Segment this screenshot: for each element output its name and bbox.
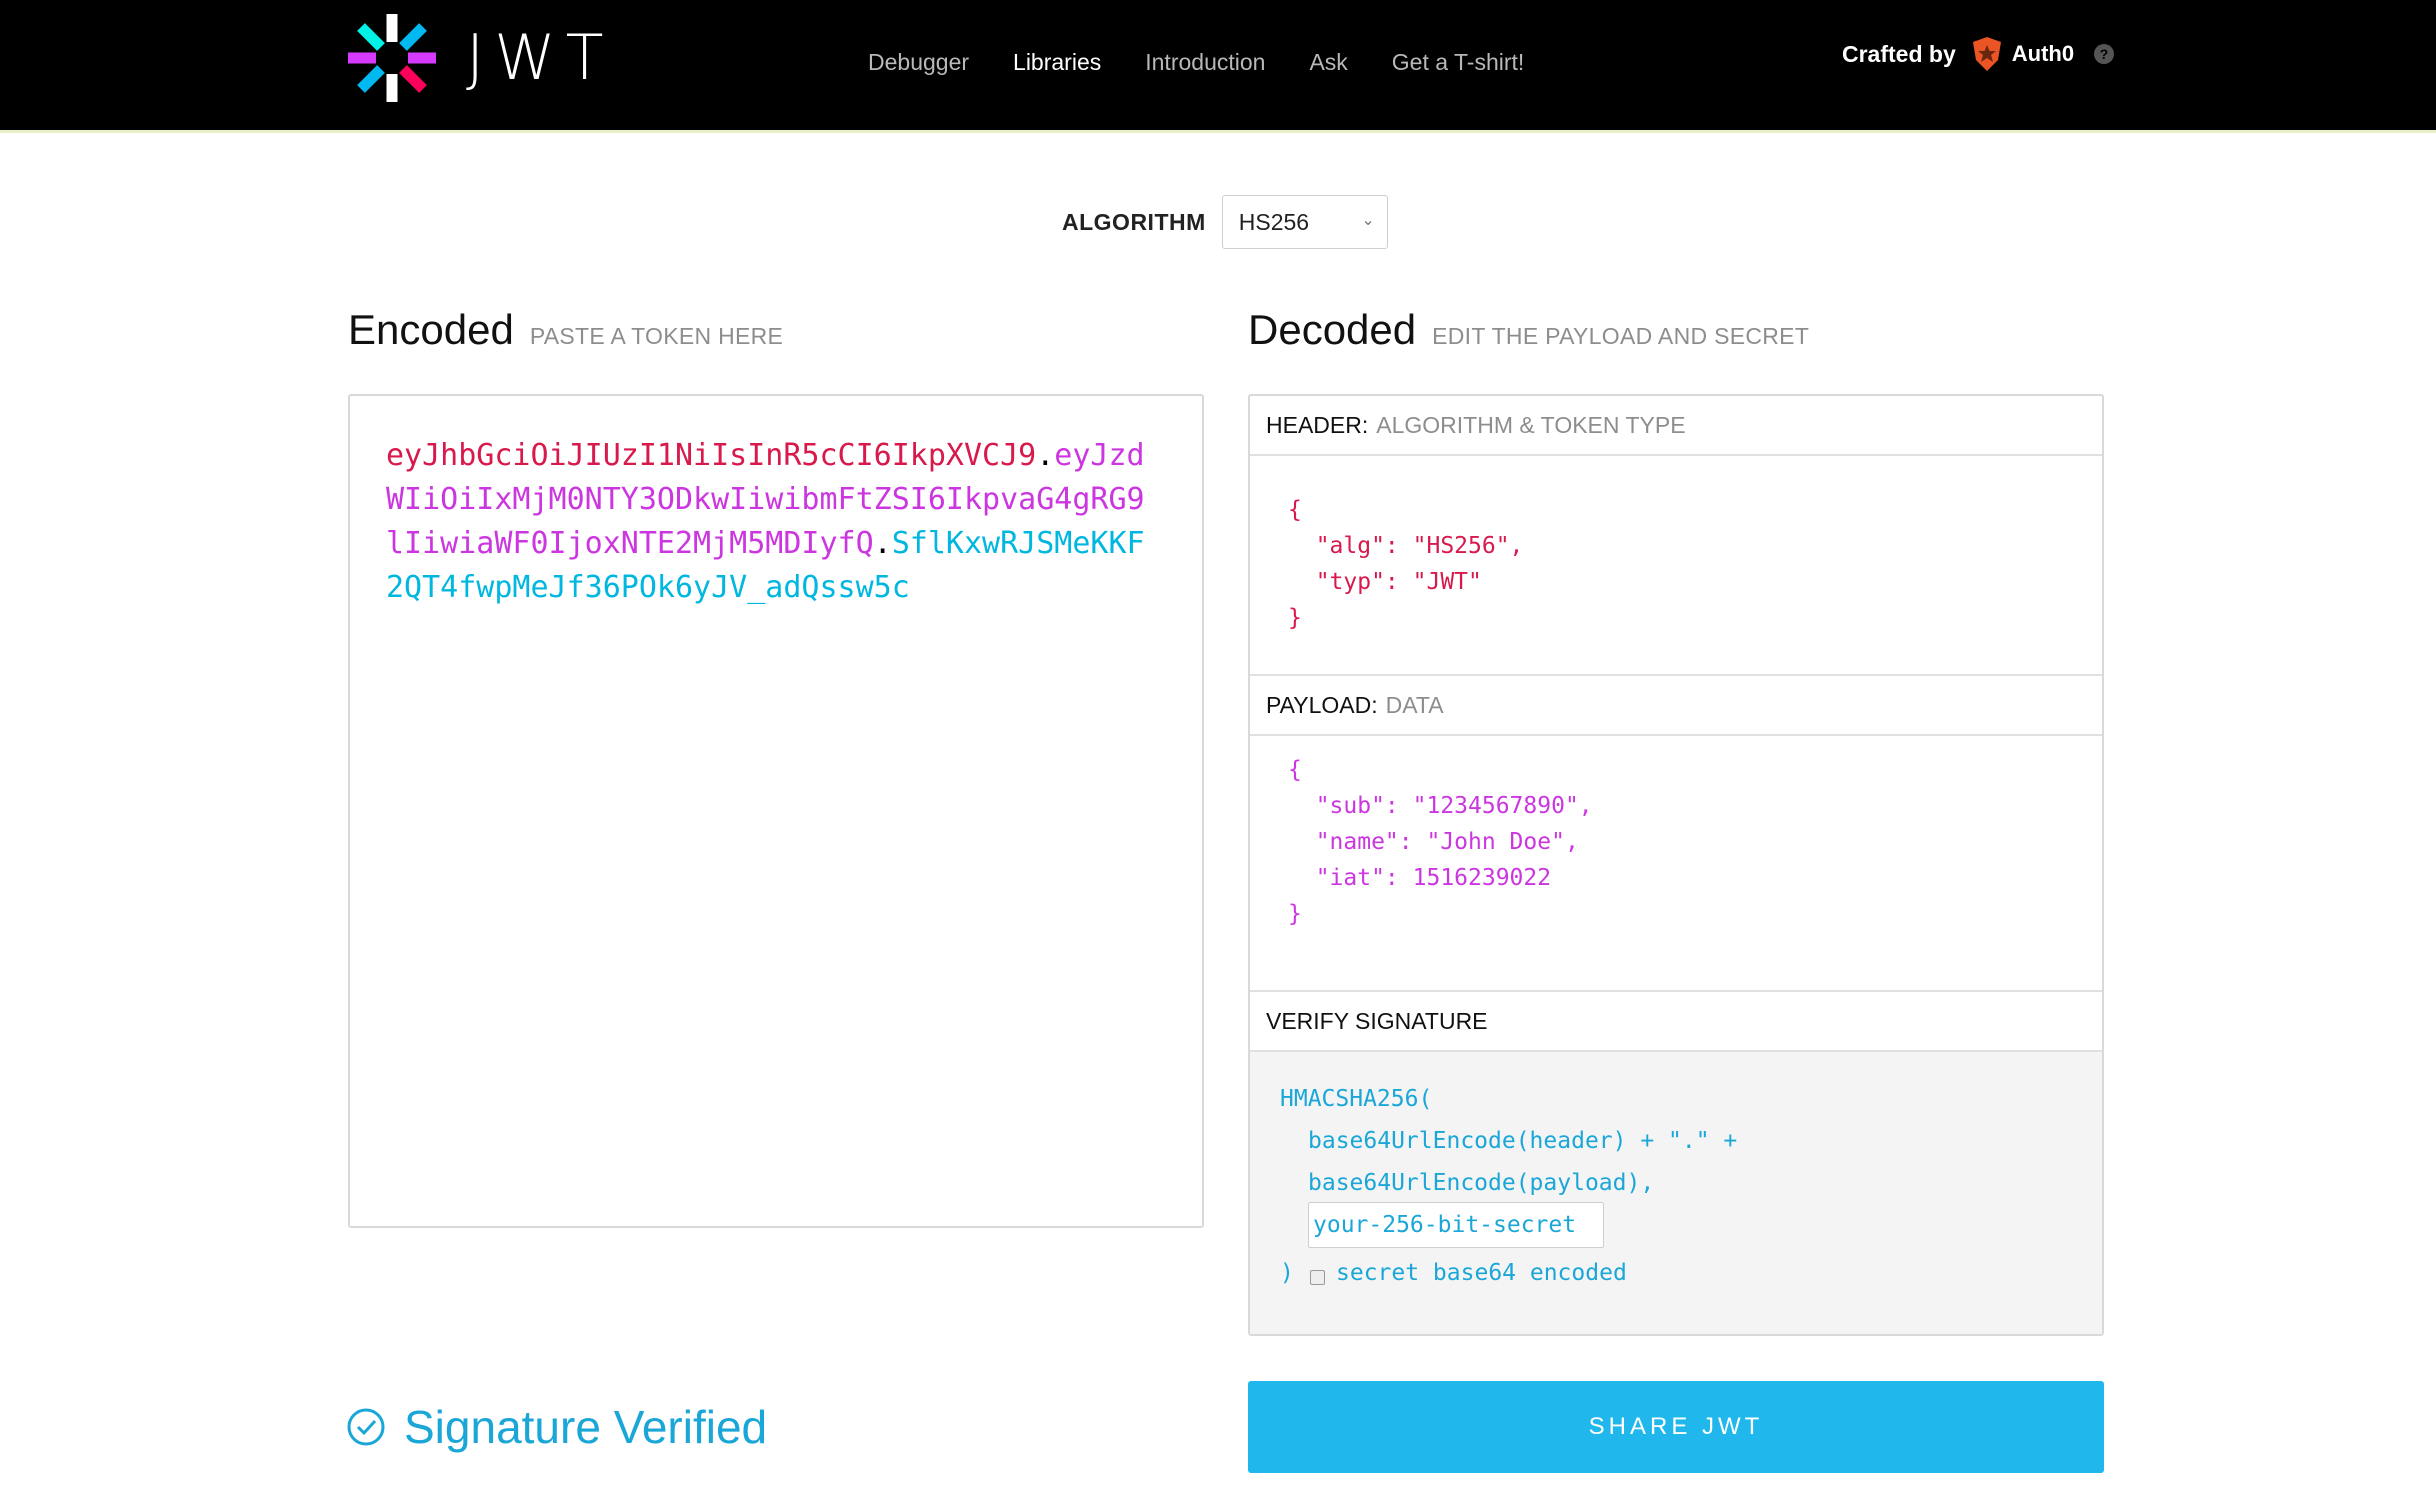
header-encode-line: base64UrlEncode(header) + "." + (1308, 1128, 1738, 1154)
verify-section-title: VERIFY SIGNATURE (1250, 992, 2102, 1052)
encoded-heading: Encoded PASTE A TOKEN HERE (348, 306, 783, 354)
crafted-by-auth0[interactable]: Crafted by Auth0 ? (1842, 36, 2115, 72)
payload-sublabel: DATA (1385, 691, 1444, 718)
payload-encode-line: base64UrlEncode(payload), (1308, 1170, 1655, 1196)
nav-tshirt[interactable]: Get a T-shirt! (1392, 49, 1525, 76)
nav-ask[interactable]: Ask (1309, 49, 1347, 76)
decoded-title: Decoded (1248, 306, 1417, 353)
token-separator: . (1036, 438, 1055, 473)
hmac-function-line: HMACSHA256( (1280, 1086, 1433, 1112)
decoded-panel: HEADER: ALGORITHM & TOKEN TYPE { "alg": … (1248, 394, 2104, 1336)
encoded-hint: PASTE A TOKEN HERE (529, 323, 784, 349)
header-json-editor[interactable]: { "alg": "HS256", "typ": "JWT" } (1288, 492, 1523, 636)
header-section-title: HEADER: ALGORITHM & TOKEN TYPE (1250, 396, 2102, 456)
check-circle-icon (347, 1408, 385, 1446)
verify-label: VERIFY SIGNATURE (1266, 1007, 1488, 1034)
main-nav: Debugger Libraries Introduction Ask Get … (868, 49, 1568, 76)
payload-json-editor[interactable]: { "sub": "1234567890", "name": "John Doe… (1288, 752, 1593, 932)
algorithm-label: ALGORITHM (1062, 208, 1206, 235)
close-paren: ) (1280, 1260, 1294, 1286)
algorithm-value: HS256 (1238, 208, 1310, 235)
algorithm-row: ALGORITHM HS256 ⌄ (1062, 195, 1388, 249)
token-separator: . (873, 526, 892, 561)
base64-checkbox[interactable] (1310, 1270, 1325, 1285)
header-label: HEADER: (1266, 411, 1369, 438)
auth0-label: Auth0 (2011, 41, 2075, 66)
chevron-down-icon: ⌄ (1361, 212, 1375, 229)
brand-name: JWT (466, 21, 614, 94)
auth0-shield-icon (1972, 37, 2001, 71)
share-jwt-button[interactable]: SHARE JWT (1248, 1381, 2104, 1473)
header-sublabel: ALGORITHM & TOKEN TYPE (1376, 411, 1686, 438)
jwt-logo[interactable]: JWT (346, 12, 613, 104)
nav-introduction[interactable]: Introduction (1145, 49, 1265, 76)
encoded-title: Encoded (348, 306, 514, 353)
decoded-hint: EDIT THE PAYLOAD AND SECRET (1432, 323, 1810, 349)
help-icon[interactable]: ? (2094, 44, 2115, 64)
crafted-by-label: Crafted by (1842, 40, 1956, 67)
token-header-part: eyJhbGciOiJIUzI1NiIsInR5cCI6IkpXVCJ9 (386, 438, 1037, 473)
verify-signature-body: HMACSHA256( base64UrlEncode(header) + ".… (1250, 1052, 2102, 1334)
jwt-logo-icon (348, 14, 436, 102)
encoded-token[interactable]: eyJhbGciOiJIUzI1NiIsInR5cCI6IkpXVCJ9.eyJ… (386, 434, 1146, 610)
signature-status: Signature Verified (346, 1400, 767, 1454)
base64-checkbox-label[interactable]: secret base64 encoded (1336, 1260, 1627, 1286)
top-navigation-bar: JWT Debugger Libraries Introduction Ask … (0, 0, 2436, 133)
secret-input[interactable] (1308, 1202, 1604, 1248)
nav-libraries[interactable]: Libraries (1013, 49, 1101, 76)
payload-section-title: PAYLOAD: DATA (1250, 676, 2102, 736)
encoded-token-editor[interactable]: eyJhbGciOiJIUzI1NiIsInR5cCI6IkpXVCJ9.eyJ… (348, 394, 1204, 1228)
algorithm-select[interactable]: HS256 ⌄ (1221, 195, 1388, 249)
payload-label: PAYLOAD: (1266, 691, 1378, 718)
nav-debugger[interactable]: Debugger (868, 49, 969, 76)
signature-status-text: Signature Verified (404, 1401, 768, 1453)
decoded-heading: Decoded EDIT THE PAYLOAD AND SECRET (1248, 306, 1809, 354)
